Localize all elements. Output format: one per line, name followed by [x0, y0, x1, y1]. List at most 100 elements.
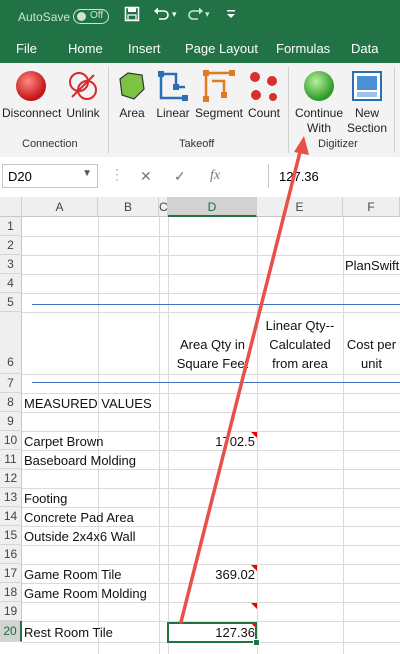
- grid-line: [22, 583, 400, 584]
- ribbon-tabs: File Home Insert Page Layout Formulas Da…: [0, 36, 400, 63]
- tab-home[interactable]: Home: [68, 41, 103, 56]
- tab-insert[interactable]: Insert: [128, 41, 161, 56]
- column-header-d[interactable]: D: [168, 197, 257, 217]
- column-header-b[interactable]: B: [98, 197, 159, 217]
- undo-icon[interactable]: [153, 6, 171, 27]
- cell-d6-line: Area Qty in: [179, 337, 246, 352]
- customize-toolbar-icon[interactable]: [226, 8, 236, 23]
- fill-handle[interactable]: [253, 639, 260, 646]
- cell-a15[interactable]: Outside 2x4x6 Wall: [24, 529, 136, 544]
- row-header[interactable]: 17: [0, 564, 22, 583]
- select-all-corner[interactable]: [0, 197, 22, 217]
- grid-line: [22, 564, 400, 565]
- row-header[interactable]: 11: [0, 450, 22, 469]
- column-header-c[interactable]: C: [159, 197, 168, 217]
- continue-label-line1: Continue: [294, 106, 344, 120]
- unlink-icon: [69, 72, 97, 100]
- row-header[interactable]: 12: [0, 469, 22, 488]
- cell-d6[interactable]: Area Qty in Square Feet: [168, 335, 257, 373]
- more-icon: ⋮: [110, 166, 124, 182]
- row-header[interactable]: 9: [0, 412, 22, 431]
- column-header-e[interactable]: E: [257, 197, 343, 217]
- cell-e6-line: Linear Qty--: [265, 318, 335, 333]
- row-header[interactable]: 20: [0, 621, 22, 642]
- row-header[interactable]: 1: [0, 217, 22, 236]
- cell-d17[interactable]: 369.02: [168, 567, 255, 582]
- row-header[interactable]: 7: [0, 374, 22, 393]
- cell-border-line: [32, 382, 400, 383]
- cell-f6[interactable]: Cost per unit: [343, 335, 400, 373]
- grid-line: [22, 545, 400, 546]
- row-header[interactable]: 6: [0, 312, 22, 374]
- new-section-label-line1: New: [354, 106, 379, 120]
- row-header[interactable]: 3: [0, 255, 22, 274]
- cell-a20[interactable]: Rest Room Tile: [24, 625, 113, 640]
- area-label: Area: [119, 106, 145, 120]
- row-header[interactable]: 18: [0, 583, 22, 602]
- grid-line: [22, 431, 400, 432]
- row-header[interactable]: 13: [0, 488, 22, 507]
- cell-d6-line: Square Feet: [176, 356, 249, 371]
- grid-line: [343, 217, 344, 654]
- active-cell-selection[interactable]: [167, 622, 257, 643]
- cell-a13[interactable]: Footing: [24, 491, 67, 506]
- cell-a17[interactable]: Game Room Tile: [24, 567, 122, 582]
- insert-function-icon[interactable]: fx: [210, 168, 220, 184]
- segment-button[interactable]: Segment: [194, 69, 244, 121]
- autosave-toggle[interactable]: Off: [73, 9, 109, 24]
- cell-a18[interactable]: Game Room Molding: [24, 586, 147, 601]
- continue-with-button[interactable]: Continue With: [292, 69, 346, 136]
- area-button[interactable]: Area: [114, 69, 150, 121]
- grid-line: [22, 488, 400, 489]
- tab-formulas[interactable]: Formulas: [276, 41, 330, 56]
- cell-a14[interactable]: Concrete Pad Area: [24, 510, 134, 525]
- chevron-down-icon[interactable]: ▾: [172, 9, 177, 20]
- redo-icon[interactable]: [186, 6, 204, 27]
- grid-line: [22, 412, 400, 413]
- unlink-button[interactable]: Unlink: [62, 69, 104, 121]
- save-icon[interactable]: [124, 6, 140, 27]
- grid-line: [22, 602, 400, 603]
- cell-a11[interactable]: Baseboard Molding: [24, 453, 136, 468]
- grid-line: [22, 450, 400, 451]
- column-header-a[interactable]: A: [22, 197, 98, 217]
- cell-a8[interactable]: MEASURED VALUES: [24, 396, 152, 411]
- count-button[interactable]: Count: [246, 69, 282, 121]
- chevron-down-icon[interactable]: ▾: [205, 9, 210, 20]
- tab-file[interactable]: File: [16, 41, 37, 56]
- group-separator: [288, 67, 289, 153]
- row-header[interactable]: 4: [0, 274, 22, 293]
- segment-label: Segment: [194, 106, 244, 120]
- grid-line: [257, 217, 258, 654]
- row-header[interactable]: 10: [0, 431, 22, 450]
- comment-indicator: [251, 603, 257, 609]
- cell-f6-line: unit: [361, 356, 382, 371]
- row-header[interactable]: 14: [0, 507, 22, 526]
- cancel-icon[interactable]: ✕: [140, 168, 152, 185]
- column-header-f[interactable]: F: [343, 197, 400, 217]
- tab-page-layout[interactable]: Page Layout: [185, 41, 258, 56]
- formula-input[interactable]: 127.36: [268, 164, 400, 188]
- new-section-button[interactable]: New Section: [344, 69, 390, 136]
- disconnect-button[interactable]: Disconnect: [2, 69, 61, 121]
- tab-data[interactable]: Data: [351, 41, 378, 56]
- cell-f3[interactable]: PlanSwift: [345, 258, 399, 273]
- grid-line: [22, 374, 400, 375]
- linear-button[interactable]: Linear: [154, 69, 192, 121]
- grid-line: [22, 236, 400, 237]
- chevron-down-icon[interactable]: ▼: [82, 168, 92, 179]
- row-header[interactable]: 15: [0, 526, 22, 545]
- cell-d10[interactable]: 1702.5: [168, 434, 255, 449]
- area-icon: [119, 72, 145, 100]
- enter-icon[interactable]: ✓: [174, 168, 186, 185]
- cell-e6[interactable]: Linear Qty-- Calculated from area: [257, 316, 343, 373]
- row-header[interactable]: 5: [0, 293, 22, 312]
- row-header[interactable]: 19: [0, 602, 22, 621]
- row-header[interactable]: 16: [0, 545, 22, 564]
- name-box[interactable]: D20 ▼: [2, 164, 98, 188]
- row-header[interactable]: 8: [0, 393, 22, 412]
- worksheet-grid[interactable]: A B C D E F 1 2 3 4 5 6 7 8 9 10 11 12 1…: [0, 197, 400, 654]
- cell-a10[interactable]: Carpet Brown: [24, 434, 103, 449]
- row-header[interactable]: 2: [0, 236, 22, 255]
- grid-line: [22, 274, 400, 275]
